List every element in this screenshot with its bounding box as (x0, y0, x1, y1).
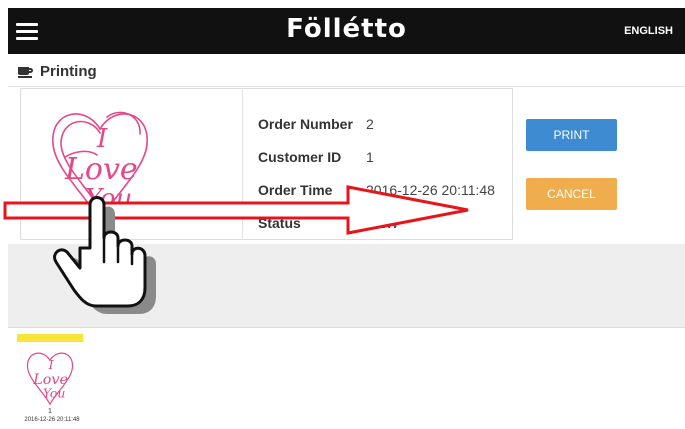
order-thumbnail[interactable]: I Love You 1 2016-12-26 20:11:48 (17, 334, 83, 428)
panel-title: Printing (40, 63, 97, 80)
order-time-row: Order Time 2016-12-26 20:11:48 (258, 173, 495, 206)
status-value: NEW (366, 214, 399, 231)
thumbnail-number: 1 (48, 408, 52, 415)
status-row: Status NEW (258, 206, 495, 239)
empty-area (8, 244, 685, 327)
svg-text:I: I (96, 124, 108, 154)
svg-text:You: You (85, 184, 132, 214)
panel-header: Printing (18, 63, 97, 80)
language-selector[interactable]: ENGLISH (624, 25, 673, 37)
customer-id-value: 1 (366, 148, 374, 165)
order-number-label: Order Number (258, 115, 353, 132)
order-details: Order Number 2 Customer ID 1 Order Time … (258, 107, 495, 239)
order-card: I Love You Order Number 2 Customer ID 1 … (20, 88, 513, 240)
svg-text:You: You (43, 386, 66, 401)
print-button[interactable]: PRINT (526, 119, 617, 151)
thumbnail-highlight-bar (17, 334, 83, 342)
card-divider (242, 89, 243, 239)
thumbnail-strip: I Love You 1 2016-12-26 20:11:48 (8, 327, 685, 429)
cancel-button[interactable]: CANCEL (526, 178, 617, 210)
thumbnail-artwork: I Love You (26, 352, 74, 406)
love-you-artwork: I Love You (52, 111, 148, 223)
thumbnail-date: 2016-12-26 20:11:48 (24, 417, 80, 423)
hamburger-menu-icon[interactable] (16, 23, 38, 40)
top-bar: Föllétto ENGLISH (8, 8, 685, 54)
order-time-label: Order Time (258, 181, 333, 198)
order-number-value: 2 (366, 115, 374, 132)
svg-text:I: I (48, 357, 55, 372)
order-number-row: Order Number 2 (258, 107, 495, 140)
brand-logo: Föllétto (286, 14, 407, 44)
app-page: Föllétto ENGLISH Printing I Love You Ord… (0, 0, 685, 429)
status-label: Status (258, 214, 301, 231)
svg-text:Love: Love (64, 152, 138, 187)
coffee-cup-icon (18, 65, 34, 79)
customer-id-row: Customer ID 1 (258, 140, 495, 173)
customer-id-label: Customer ID (258, 148, 342, 165)
order-time-value: 2016-12-26 20:11:48 (366, 181, 495, 198)
